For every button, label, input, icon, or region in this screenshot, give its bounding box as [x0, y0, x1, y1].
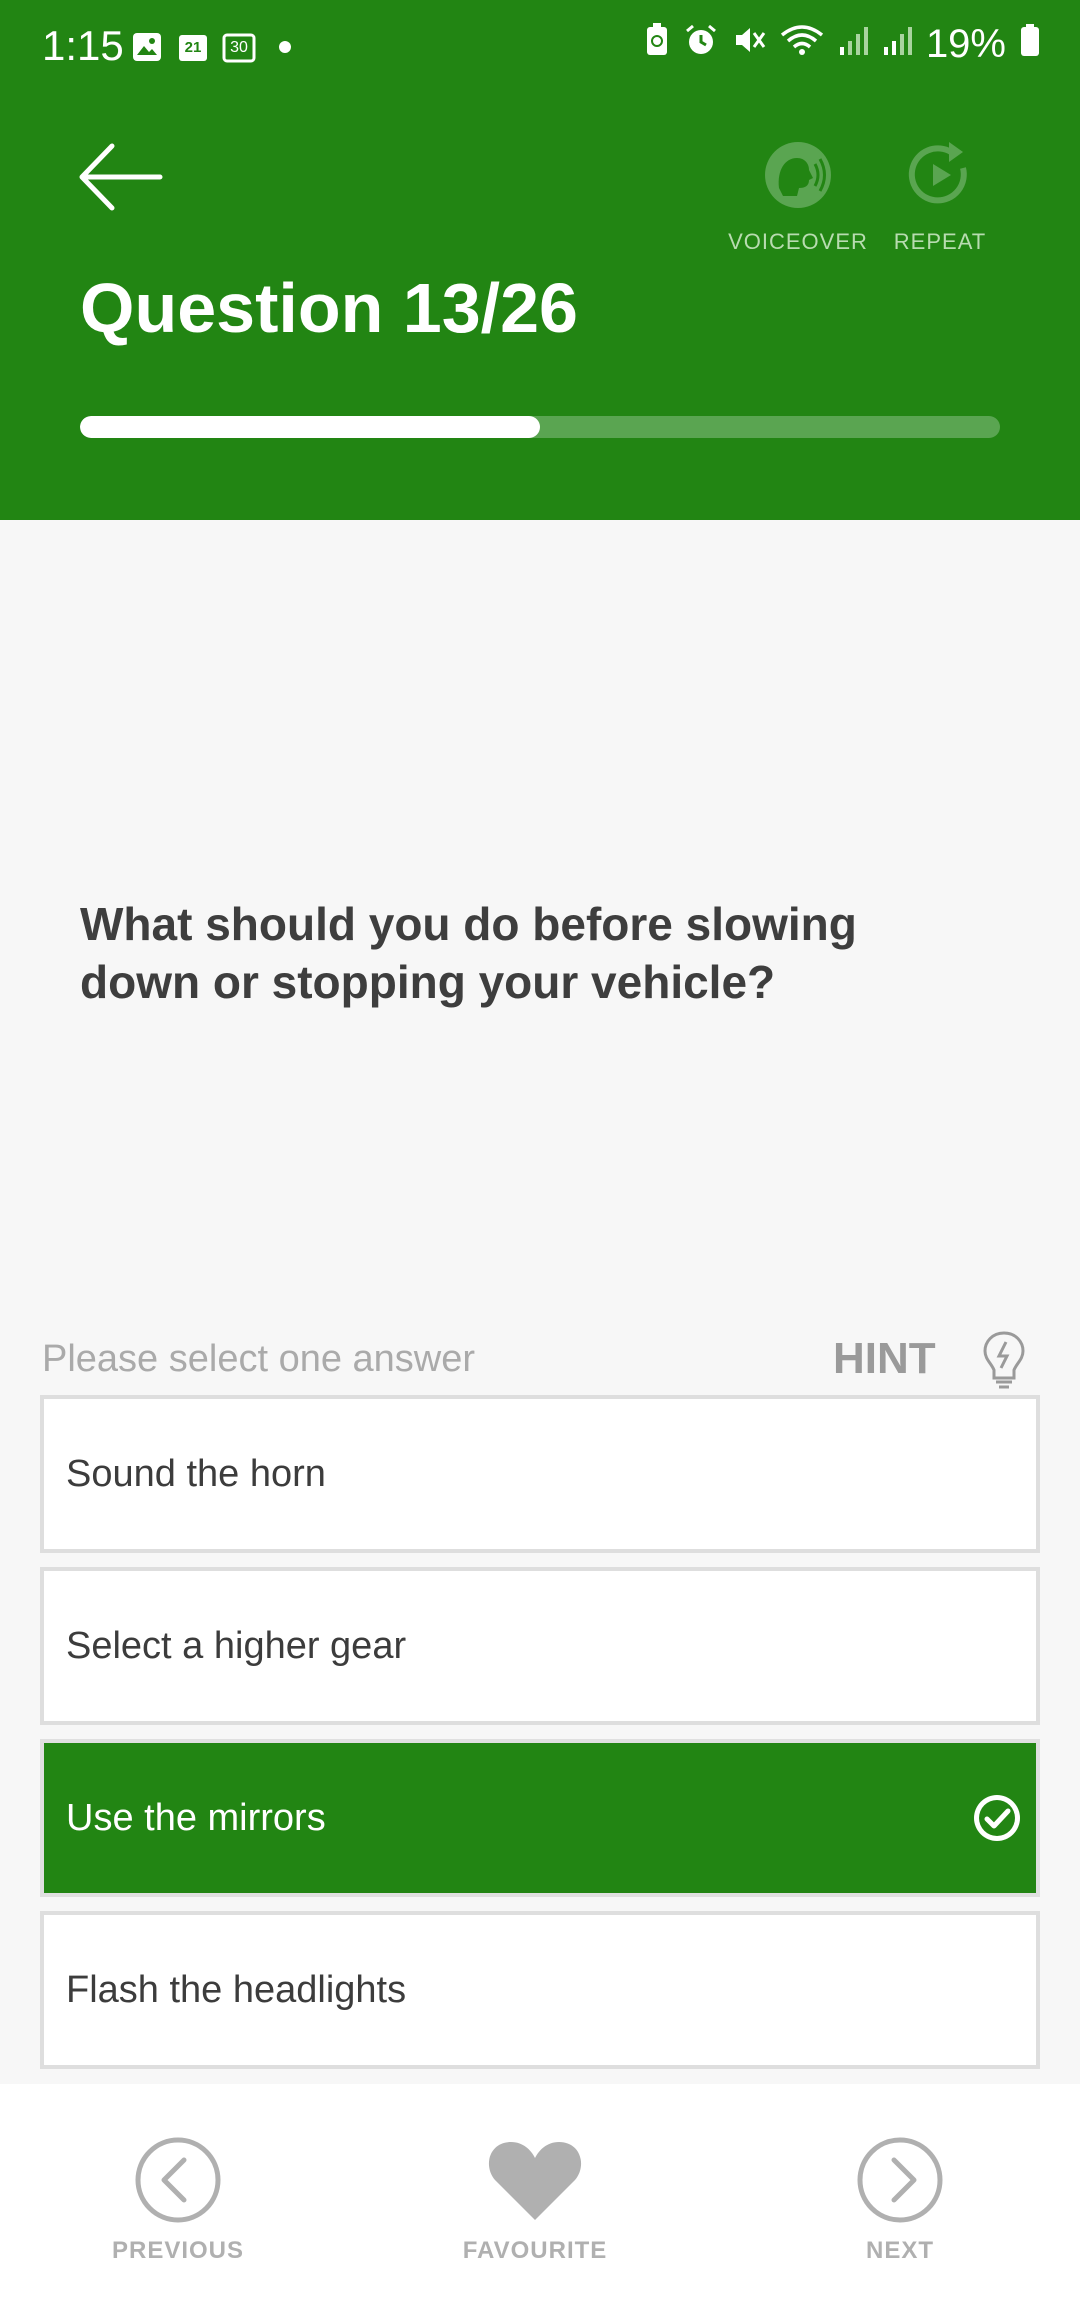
arrow-left-icon — [79, 143, 163, 211]
answer-text: Sound the horn — [66, 1452, 326, 1495]
calendar-icon: 21 — [176, 30, 210, 64]
status-time: 1:15 — [42, 22, 124, 69]
previous-button[interactable]: PREVIOUS — [78, 2136, 278, 2265]
previous-label: PREVIOUS — [111, 2237, 245, 2264]
progress-fill — [80, 416, 540, 438]
check-icon — [974, 1795, 1020, 1841]
replay-icon — [908, 142, 967, 204]
battery-saver-icon — [644, 22, 670, 67]
chevron-right-icon — [857, 2137, 943, 2223]
bottom-navigation: PREVIOUS FAVOURITE NEXT — [0, 2084, 1080, 2316]
answer-option[interactable]: Flash the headlights — [40, 1911, 1040, 2069]
signal-icon — [838, 22, 868, 67]
heart-icon — [488, 2142, 582, 2220]
signal-icon-2 — [882, 22, 912, 67]
dot-icon — [268, 30, 302, 64]
answer-text: Select a higher gear — [66, 1624, 407, 1667]
voiceover-button[interactable]: VOICEOVER — [728, 140, 868, 255]
repeat-button[interactable]: REPEAT — [870, 140, 1010, 255]
wifi-icon — [780, 22, 824, 67]
calendar-date-2: 30 — [230, 39, 248, 56]
question-counter: Question 13/26 — [80, 269, 578, 347]
battery-icon — [1020, 22, 1040, 67]
answer-option[interactable]: Sound the horn — [40, 1395, 1040, 1553]
header: 1:15 21 30 19% VOICEOVER REPEAT Question… — [0, 0, 1080, 520]
favourite-label: FAVOURITE — [462, 2237, 608, 2264]
answer-text: Use the mirrors — [66, 1796, 326, 1839]
back-button[interactable] — [78, 142, 168, 222]
hint-button[interactable]: HINT — [833, 1334, 936, 1384]
battery-percent: 19% — [925, 22, 1006, 66]
question-text: What should you do before slowing down o… — [80, 898, 857, 1008]
notification-icons: 21 30 — [130, 30, 302, 64]
answer-option-selected[interactable]: Use the mirrors — [40, 1739, 1040, 1897]
repeat-label: REPEAT — [893, 229, 987, 254]
calendar-date: 21 — [184, 39, 202, 56]
voiceover-icon — [765, 142, 831, 208]
voiceover-label: VOICEOVER — [728, 229, 868, 254]
lightbulb-icon[interactable] — [982, 1330, 1026, 1390]
next-button[interactable]: NEXT — [800, 2136, 1000, 2265]
answer-text: Flash the headlights — [66, 1968, 407, 2011]
instruction-text: Please select one answer — [42, 1338, 476, 1380]
calendar-outline-icon: 30 — [222, 30, 256, 64]
next-label: NEXT — [865, 2237, 934, 2264]
mute-icon — [732, 22, 766, 67]
alarm-icon — [684, 22, 718, 67]
gallery-icon — [130, 30, 164, 64]
answer-option[interactable]: Select a higher gear — [40, 1567, 1040, 1725]
favourite-button[interactable]: FAVOURITE — [435, 2136, 635, 2265]
chevron-left-icon — [135, 2137, 221, 2223]
system-icons: 19% — [644, 22, 1040, 67]
status-bar: 1:15 21 30 19% — [0, 0, 1080, 95]
answer-list: Sound the horn Select a higher gear Use … — [40, 1395, 1040, 2083]
progress-bar — [80, 416, 1000, 438]
